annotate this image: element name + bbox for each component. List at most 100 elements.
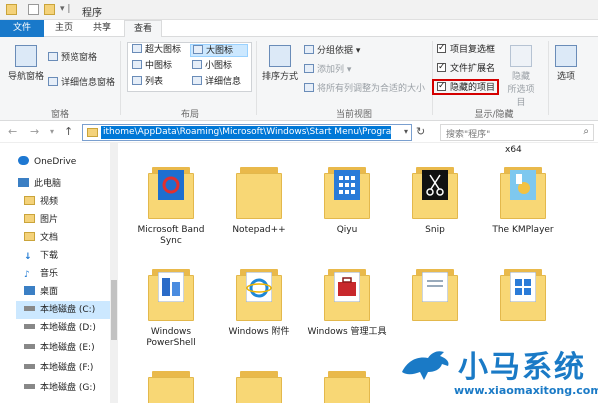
address-row: ← → ▾ ↑ ithome\AppData\Roaming\Microsoft…: [0, 121, 598, 143]
details-pane-button[interactable]: 详细信息窗格: [48, 77, 115, 89]
tab-home[interactable]: 主页: [46, 20, 82, 37]
item-checkboxes-toggle[interactable]: 项目复选框: [437, 42, 495, 56]
drive-icon: [24, 384, 35, 389]
folder-item[interactable]: Qiyu: [304, 165, 390, 236]
microsoft-band-sync-icon: [158, 170, 184, 200]
nav-scrollbar[interactable]: [110, 143, 118, 403]
file-extensions-toggle[interactable]: 文件扩展名: [437, 61, 495, 75]
folder-item[interactable]: The KMPlayer: [480, 165, 566, 236]
nav-item-documents[interactable]: 文档: [24, 229, 58, 247]
folder-icon: [236, 369, 282, 403]
highlight-box: [432, 79, 499, 95]
folder-icon: [412, 267, 458, 321]
folder-item[interactable]: [392, 267, 478, 327]
refresh-icon[interactable]: ↻: [416, 125, 425, 138]
nav-item-this-pc[interactable]: 此电脑: [18, 175, 61, 193]
nav-item-videos[interactable]: 视频: [24, 193, 58, 211]
nav-item-downloads[interactable]: ↓ 下载: [24, 247, 58, 265]
folder-icon: [236, 267, 282, 321]
search-input[interactable]: 搜索"程序" ⌕: [440, 124, 594, 141]
layout-xl-icons[interactable]: 超大图标: [130, 44, 181, 57]
column-label: x64: [505, 145, 522, 155]
folder-item[interactable]: Windows 管理工具: [304, 267, 390, 338]
nav-pane-icon: [15, 45, 37, 67]
folder-item[interactable]: Notepad++: [216, 165, 302, 236]
chevron-down-icon[interactable]: ▾: [404, 127, 408, 136]
folder-item[interactable]: Microsoft Band Sync: [128, 165, 214, 247]
up-arrow-icon[interactable]: ↑: [64, 125, 73, 138]
folder-icon: [324, 267, 370, 321]
folder-item[interactable]: [216, 369, 302, 403]
size-columns-button[interactable]: 将所有列调整为合适的大小: [304, 83, 425, 95]
nav-item-onedrive[interactable]: OneDrive: [18, 153, 76, 171]
new-folder-icon[interactable]: [44, 4, 55, 15]
folder-item[interactable]: [480, 267, 566, 327]
view-group-label: 当前视图: [335, 110, 372, 120]
hide-icon: [510, 45, 532, 67]
nav-item-drive-d[interactable]: 本地磁盘 (D:): [24, 319, 96, 337]
nav-scrollbar-thumb[interactable]: [111, 280, 117, 340]
nav-item-drive-c[interactable]: 本地磁盘 (C:): [16, 301, 110, 319]
search-placeholder: 搜索"程序": [446, 130, 491, 140]
checkbox-checked[interactable]: [437, 42, 446, 54]
folder-item[interactable]: Snip: [392, 165, 478, 236]
tab-view[interactable]: 查看: [124, 20, 162, 38]
watermark-url: www.xiaomaxitong.com: [454, 384, 598, 397]
folder-item[interactable]: [128, 369, 214, 403]
recent-dropdown-icon[interactable]: ▾: [50, 127, 54, 136]
xl-icons-icon: [132, 44, 142, 53]
checkbox-checked[interactable]: [437, 61, 446, 73]
group-by-icon: [304, 45, 314, 54]
options-button[interactable]: 选项: [552, 45, 580, 82]
divider: [256, 41, 257, 115]
folder-item[interactable]: Windows PowerShell: [128, 267, 214, 349]
folder-icon: [324, 165, 370, 219]
hide-selected-button[interactable]: 隐藏 所选项目: [504, 45, 538, 108]
folder-icon: [148, 165, 194, 219]
nav-item-pictures[interactable]: 图片: [24, 211, 58, 229]
sort-icon: [269, 45, 291, 67]
sort-by-button[interactable]: 排序方式: [259, 45, 301, 82]
folder-icon: [24, 214, 35, 223]
options-icon: [555, 45, 577, 67]
folder-icon: [500, 165, 546, 219]
folder-item[interactable]: [304, 369, 390, 403]
layout-large-icons[interactable]: 大图标: [190, 44, 248, 57]
group-by-button[interactable]: 分组依据 ▾: [304, 45, 360, 57]
layout-small-icons[interactable]: 小图标: [190, 60, 232, 73]
qiyu-app-icon: [334, 170, 360, 200]
size-columns-icon: [304, 83, 314, 92]
nav-item-desktop[interactable]: 桌面: [24, 283, 58, 301]
back-arrow-icon[interactable]: ←: [8, 125, 17, 138]
layout-group-label: 布局: [180, 110, 199, 120]
forward-arrow-icon[interactable]: →: [30, 125, 39, 138]
powershell-icon: [158, 272, 184, 302]
address-bar[interactable]: ithome\AppData\Roaming\Microsoft\Windows…: [82, 124, 412, 141]
ribbon-view: 导航窗格 预览窗格 详细信息窗格 窗格 超大图标 大图标 中图标 小图标 列表 …: [0, 37, 598, 121]
tab-file[interactable]: 文件: [0, 20, 44, 37]
nav-item-drive-g[interactable]: 本地磁盘 (G:): [24, 379, 96, 397]
quick-access-dropdown-icon[interactable]: ▾ |: [60, 4, 70, 14]
properties-icon[interactable]: [28, 4, 39, 15]
nav-item-drive-e[interactable]: 本地磁盘 (E:): [24, 339, 95, 357]
add-column-button[interactable]: 添加列 ▾: [304, 64, 351, 76]
layout-list[interactable]: 列表: [130, 76, 163, 89]
nav-pane-button[interactable]: 导航窗格: [4, 45, 48, 82]
tab-share[interactable]: 共享: [84, 20, 120, 37]
nav-item-drive-f[interactable]: 本地磁盘 (F:): [24, 359, 93, 377]
preview-pane-button[interactable]: 预览窗格: [48, 52, 97, 64]
folder-icon: [24, 232, 35, 241]
music-icon: ♪: [24, 270, 30, 280]
folder-icon: [148, 369, 194, 403]
folder-icon: [6, 4, 17, 15]
folder-item[interactable]: Windows 附件: [216, 267, 302, 338]
layout-medium-icons[interactable]: 中图标: [130, 60, 172, 73]
drive-icon: [24, 324, 35, 329]
layout-details[interactable]: 详细信息: [190, 76, 241, 89]
pane-group-label: 窗格: [50, 110, 69, 120]
folder-icon: [324, 369, 370, 403]
nav-item-music[interactable]: ♪ 音乐: [24, 265, 58, 283]
address-path[interactable]: ithome\AppData\Roaming\Microsoft\Windows…: [101, 126, 391, 139]
divider: [120, 41, 121, 115]
search-icon[interactable]: ⌕: [583, 126, 589, 137]
